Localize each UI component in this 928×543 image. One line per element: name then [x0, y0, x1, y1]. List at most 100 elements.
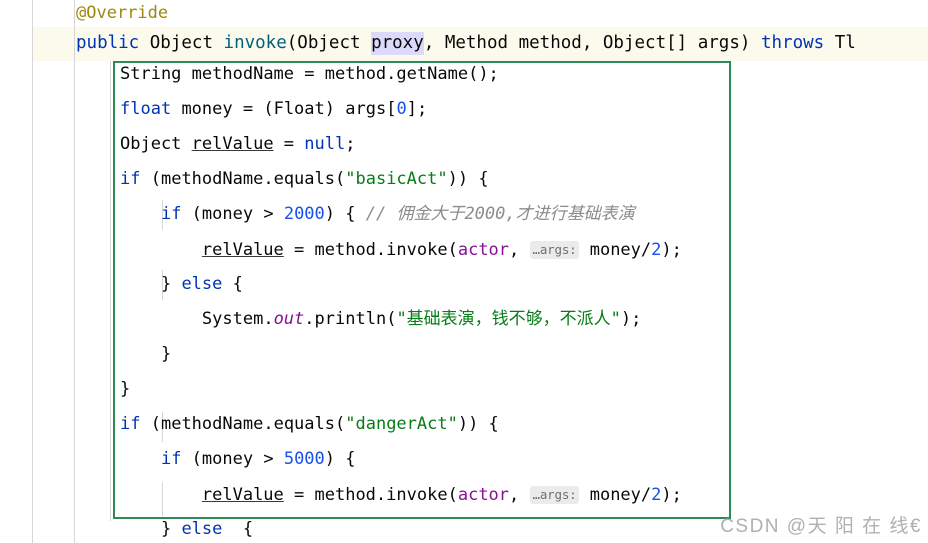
number-zero: 0: [396, 99, 407, 119]
keyword-float: float: [120, 99, 172, 119]
code-line[interactable]: float money = (Float) args[0];: [120, 92, 920, 127]
sp: [171, 99, 181, 119]
tail: ) {: [324, 449, 356, 469]
ind: [120, 240, 202, 260]
call-invoke: invoke: [386, 485, 448, 505]
open: (: [140, 169, 161, 189]
paren: (: [335, 414, 346, 434]
type-method: Method: [444, 33, 509, 53]
open: (: [140, 414, 161, 434]
sp: [181, 64, 191, 84]
code-line[interactable]: if (methodName.equals("dangerAct")) {: [120, 407, 920, 442]
code-line[interactable]: Object relValue = null;: [120, 127, 920, 162]
var-method: method: [324, 64, 387, 84]
cast-float: (Float): [263, 99, 335, 119]
brace-open: {: [222, 519, 254, 539]
string-dangeract: "dangerAct": [345, 414, 458, 434]
semi: ;: [345, 134, 356, 154]
code-line-annotation[interactable]: @Override: [76, 0, 168, 27]
indent-guide-level-1: [32, 0, 33, 543]
code-line[interactable]: String methodName = method.getName();: [120, 57, 920, 92]
code-line-method-signature[interactable]: public Object invoke(Object proxy, Metho…: [76, 30, 856, 57]
comma: ,: [509, 485, 530, 505]
code-line[interactable]: }: [120, 337, 920, 372]
code-line[interactable]: System.out.println("基础表演，钱不够，不派人");: [120, 302, 920, 337]
tail: )) {: [457, 414, 499, 434]
sp2: [335, 99, 345, 119]
code-line[interactable]: if (methodName.equals("basicAct")) {: [120, 162, 920, 197]
call-equals: equals: [273, 414, 335, 434]
code-line[interactable]: }: [120, 372, 920, 407]
code-line[interactable]: if (money > 5000) {: [120, 442, 920, 477]
keyword-public: public: [76, 33, 140, 53]
var-relvalue: relValue: [201, 240, 284, 260]
space-7: [824, 33, 835, 53]
string-basic-message: "基础表演，钱不够，不派人": [396, 309, 621, 329]
keyword-else: else: [181, 274, 223, 294]
param-proxy[interactable]: proxy: [371, 32, 424, 55]
call-getname: getName: [396, 64, 469, 84]
paren-close: ): [739, 33, 751, 53]
dot: .: [375, 485, 387, 505]
space-3: [361, 33, 372, 53]
var-method: method: [314, 485, 376, 505]
space-4: [508, 33, 519, 53]
var-args: args: [345, 99, 387, 119]
type-object-array: Object[]: [602, 33, 688, 53]
var-methodname: methodName: [191, 64, 295, 84]
open: (: [181, 449, 202, 469]
sp: [181, 134, 191, 154]
param-method: method: [518, 33, 582, 53]
keyword-throws: throws: [760, 33, 825, 53]
brace-close: }: [120, 379, 131, 399]
code-line[interactable]: if (money > 2000) { // 佣金大于2000,才进行基础表演: [120, 197, 920, 232]
type-throwable-truncated: Tl: [834, 33, 856, 53]
parameter-hint-args: …args:: [529, 241, 580, 259]
bracket-open: [: [386, 99, 397, 119]
open: (: [181, 204, 202, 224]
keyword-if: if: [160, 204, 182, 224]
override-annotation: @Override: [76, 3, 169, 23]
keyword-if: if: [160, 449, 182, 469]
brace-open: {: [222, 274, 243, 294]
var-actor: actor: [457, 240, 510, 260]
code-line[interactable]: relValue = method.invoke(actor, …args: m…: [120, 477, 920, 512]
string-basicact: "basicAct": [345, 169, 448, 189]
number-5000: 5000: [283, 449, 325, 469]
paren: (: [447, 485, 458, 505]
paren-open: (: [286, 33, 298, 53]
assign: =: [283, 240, 315, 260]
expr-money-half: money/2);: [579, 240, 682, 260]
var-methodname: methodName: [160, 414, 264, 434]
ind: [120, 449, 161, 469]
var-money: money: [201, 449, 254, 469]
type-object-return: Object: [149, 33, 213, 53]
code-block-lines: String methodName = method.getName(); fl…: [120, 57, 920, 543]
dot: .: [263, 414, 274, 434]
type-object: Object: [120, 134, 182, 154]
param-args: args: [697, 33, 740, 53]
var-relvalue: relValue: [201, 485, 284, 505]
number-two: 2: [651, 485, 662, 505]
parameter-hint-args: …args:: [529, 486, 580, 504]
method-name-invoke: invoke: [223, 33, 287, 53]
var-relvalue: relValue: [191, 134, 274, 154]
call-equals: equals: [273, 169, 335, 189]
dot: .: [263, 309, 274, 329]
code-line[interactable]: relValue = method.invoke(actor, …args: m…: [120, 232, 920, 267]
type-object-proxy: Object: [297, 33, 361, 53]
ind: [120, 344, 161, 364]
number-two: 2: [651, 240, 662, 260]
keyword-null: null: [304, 134, 346, 154]
ind: [120, 519, 161, 539]
keyword-if: if: [120, 414, 141, 434]
var-actor: actor: [457, 485, 510, 505]
paren: (: [386, 309, 397, 329]
code-line[interactable]: } else {: [120, 267, 920, 302]
csdn-watermark: CSDN @天 阳 在 线€: [720, 516, 922, 537]
brace-close: }: [160, 519, 182, 539]
tail: ];: [406, 99, 428, 119]
ind: [120, 485, 202, 505]
inline-comment: // 佣金大于2000,才进行基础表演: [365, 204, 635, 224]
ind: [120, 274, 161, 294]
